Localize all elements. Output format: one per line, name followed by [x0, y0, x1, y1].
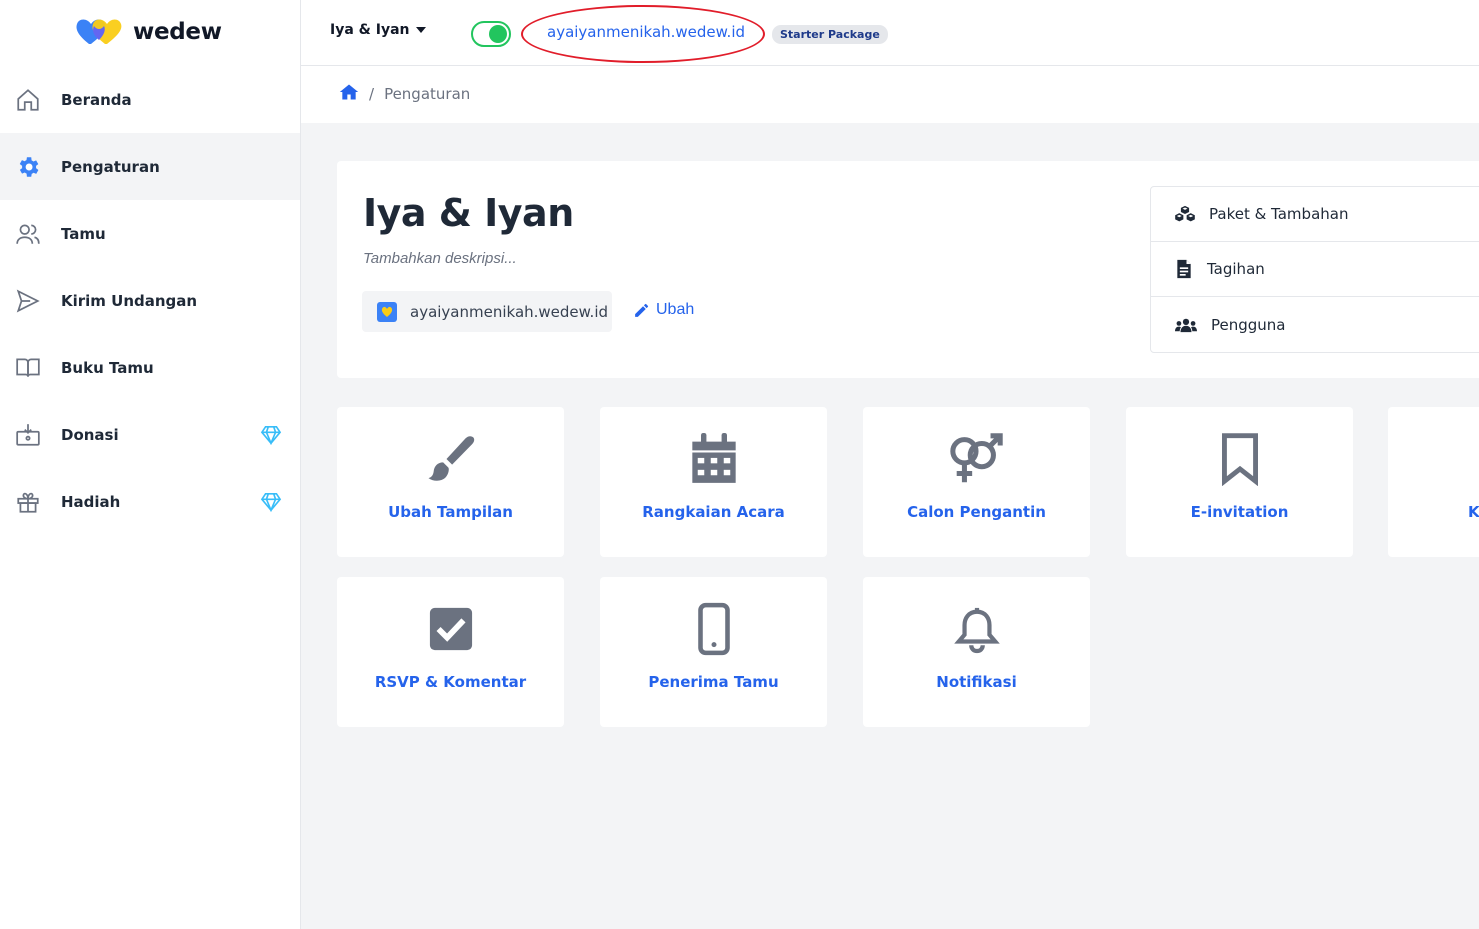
paint-brush-icon [337, 431, 564, 487]
checkbox-icon [337, 601, 564, 657]
sidebar-item-kirim-undangan[interactable]: Kirim Undangan [0, 267, 300, 334]
menu-item-label: Paket & Tambahan [1209, 205, 1349, 223]
breadcrumb-bar: / Pengaturan [301, 66, 1479, 123]
event-description-input[interactable]: Tambahkan deskripsi... [363, 250, 517, 267]
book-icon [14, 354, 42, 382]
pencil-icon [635, 303, 649, 317]
sidebar: wedew Beranda Pengaturan Tamu Kirim Unda… [0, 0, 301, 929]
calendar-icon [600, 431, 827, 487]
domain-text: ayaiyanmenikah.wedew.id [410, 302, 609, 321]
menu-item-label: Pengguna [1211, 315, 1286, 334]
tile-label: Calon Pengantin [907, 503, 1046, 521]
invoice-icon [1177, 259, 1191, 279]
send-icon [14, 287, 42, 315]
sidebar-item-hadiah[interactable]: Hadiah [0, 468, 300, 535]
tile-calon-pengantin[interactable]: Calon Pengantin [863, 407, 1090, 557]
topbar: Iya & Iyan ayaiyanmenikah.wedew.id Start… [301, 0, 1479, 66]
wedew-mini-logo-icon [377, 301, 397, 322]
caret-down-icon [415, 27, 426, 33]
tile-label: Notifikasi [936, 673, 1017, 691]
tile-e-invitation[interactable]: E-invitation [1126, 407, 1353, 557]
gender-icon [863, 431, 1090, 487]
premium-diamond-icon [260, 492, 282, 513]
menu-item-tagihan[interactable]: Tagihan [1151, 242, 1479, 297]
users-group-icon [1175, 318, 1197, 332]
tile-partial[interactable]: K [1388, 407, 1479, 557]
home-icon [14, 86, 42, 114]
tile-rangkaian-acara[interactable]: Rangkaian Acara [600, 407, 827, 557]
menu-item-pengguna[interactable]: Pengguna [1151, 297, 1479, 352]
tile-label: Penerima Tamu [648, 673, 779, 691]
sidebar-item-label: Hadiah [61, 492, 121, 511]
sidebar-item-label: Donasi [61, 425, 119, 444]
gear-icon [14, 153, 42, 181]
brand-logo[interactable]: wedew [75, 18, 222, 46]
tile-label: RSVP & Komentar [374, 673, 527, 691]
tile-label: Rangkaian Acara [642, 503, 785, 521]
menu-item-label: Tagihan [1207, 260, 1265, 278]
sidebar-item-label: Kirim Undangan [61, 291, 198, 310]
sidebar-item-pengaturan[interactable]: Pengaturan [0, 133, 300, 200]
tile-label: E-invitation [1190, 503, 1289, 521]
brand-name: wedew [133, 19, 222, 45]
home-icon[interactable] [339, 83, 359, 105]
breadcrumb-current: Pengaturan [384, 85, 471, 103]
tile-rsvp-komentar[interactable]: RSVP & Komentar [337, 577, 564, 727]
toggle-knob [489, 25, 507, 43]
account-menu: Paket & Tambahan Tagihan Pengguna [1150, 186, 1479, 353]
tile-penerima-tamu[interactable]: Penerima Tamu [600, 577, 827, 727]
breadcrumb: / Pengaturan [339, 83, 470, 105]
tile-label: Ubah Tampilan [388, 503, 513, 521]
users-icon [14, 220, 42, 248]
sidebar-item-label: Buku Tamu [61, 358, 154, 377]
cubes-icon [1175, 205, 1195, 222]
edit-label: Ubah [656, 301, 695, 318]
sidebar-item-tamu[interactable]: Tamu [0, 200, 300, 267]
event-title: Iya & Iyan [363, 191, 574, 235]
sidebar-item-label: Tamu [61, 224, 106, 243]
tile-notifikasi[interactable]: Notifikasi [863, 577, 1090, 727]
sidebar-item-donasi[interactable]: Donasi [0, 401, 300, 468]
mobile-icon [600, 601, 827, 657]
sidebar-item-beranda[interactable]: Beranda [0, 66, 300, 133]
wedew-logo-icon [75, 18, 127, 46]
package-badge: Starter Package [772, 25, 888, 44]
tile-label: K [1468, 503, 1479, 521]
gift-icon [14, 488, 42, 516]
domain-chip: ayaiyanmenikah.wedew.id [362, 291, 612, 332]
bell-icon [863, 601, 1090, 657]
publish-toggle[interactable] [471, 21, 511, 47]
bookmark-icon [1126, 431, 1353, 487]
sidebar-item-label: Beranda [61, 90, 132, 109]
event-selector-label: Iya & Iyan [330, 22, 410, 38]
tile-ubah-tampilan[interactable]: Ubah Tampilan [337, 407, 564, 557]
site-url-link[interactable]: ayaiyanmenikah.wedew.id [547, 23, 745, 41]
event-card: Iya & Iyan Tambahkan deskripsi... ayaiya… [337, 161, 1479, 378]
sidebar-item-buku-tamu[interactable]: Buku Tamu [0, 334, 300, 401]
menu-item-paket[interactable]: Paket & Tambahan [1151, 187, 1479, 242]
sidebar-item-label: Pengaturan [61, 157, 160, 176]
event-selector[interactable]: Iya & Iyan [330, 22, 426, 38]
donation-box-icon [14, 421, 42, 449]
edit-domain-link[interactable]: Ubah [633, 301, 694, 319]
premium-diamond-icon [260, 425, 282, 446]
breadcrumb-separator: / [369, 85, 375, 103]
sidebar-nav: Beranda Pengaturan Tamu Kirim Undangan B… [0, 66, 300, 535]
